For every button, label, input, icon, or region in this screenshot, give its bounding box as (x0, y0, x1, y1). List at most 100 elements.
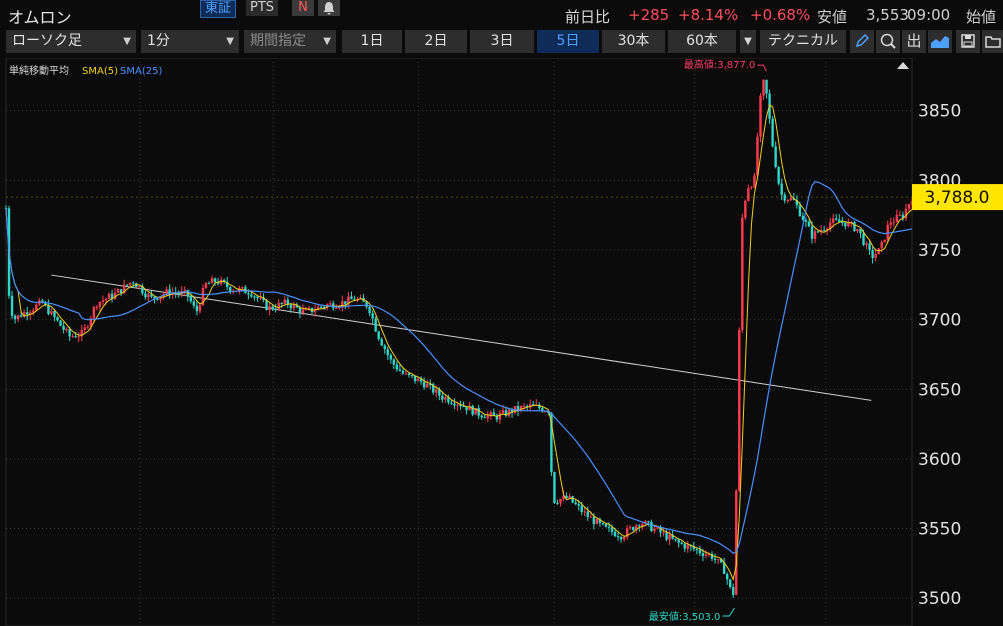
candle-body (26, 312, 29, 315)
candle-body (477, 407, 480, 416)
candle-body (774, 146, 777, 167)
candle-body (344, 301, 347, 305)
candle-body (16, 315, 20, 320)
open-label: 始値 (966, 8, 997, 26)
candle-body (456, 404, 459, 406)
folder-icon[interactable] (982, 30, 1003, 53)
candle-body (841, 222, 844, 224)
candle-body (583, 511, 586, 513)
pencil-icon[interactable] (850, 30, 874, 53)
candle-body (898, 214, 902, 216)
low-value: 3,553 (866, 6, 909, 24)
candle-body (889, 222, 892, 225)
candle-body (13, 315, 17, 320)
y-tick-label: 3750 (918, 241, 961, 261)
candle-body (607, 526, 611, 528)
candle-body (604, 524, 608, 527)
range-select[interactable]: 期間指定 ▼ (244, 30, 336, 53)
candle-body (783, 194, 786, 201)
candle-body (732, 587, 735, 595)
candle-body (686, 545, 689, 549)
candle-body (559, 499, 562, 504)
candle-body (771, 118, 774, 147)
candle-body (735, 490, 738, 595)
candle-body (71, 336, 74, 338)
candle-body (413, 376, 417, 382)
candle-body (568, 496, 571, 499)
candle-body (874, 254, 877, 258)
candle-body (638, 525, 641, 527)
candle-body (480, 415, 483, 418)
candle-body (835, 218, 838, 220)
candle-body (798, 205, 802, 217)
candle-body (371, 313, 374, 319)
candle-body (407, 373, 411, 376)
candle-body (668, 534, 671, 540)
candle-body (816, 231, 820, 233)
change-value: +285 (628, 6, 670, 24)
period-button-2[interactable]: 3日 (470, 30, 534, 53)
candle-body (601, 523, 605, 525)
candle-body (522, 405, 526, 407)
candle-body (571, 496, 574, 503)
candle-body (207, 283, 211, 285)
candle-body (498, 413, 502, 420)
change-percent: +8.14% (678, 6, 739, 24)
quote-time: 09:00 (907, 6, 951, 24)
exchange-tab-tse[interactable]: 東証 (200, 0, 237, 18)
candle-body (35, 304, 38, 311)
candle-body (753, 175, 756, 188)
candle-body (810, 226, 814, 239)
period-button-0[interactable]: 1日 (342, 30, 402, 53)
candle-body (586, 511, 589, 517)
news-icon[interactable]: N (292, 0, 314, 16)
zoom-icon[interactable] (876, 30, 900, 53)
candle-body (204, 283, 208, 288)
interval-select[interactable]: 1分 ▼ (141, 30, 239, 53)
candle-body (619, 537, 623, 540)
candle-body (104, 298, 108, 301)
indicator-title: 単純移動平均 (9, 64, 69, 77)
area-chart-icon[interactable] (928, 30, 952, 53)
candle-body (398, 369, 402, 371)
stock-title: オムロン (8, 8, 72, 27)
candle-body (250, 294, 253, 297)
save-icon[interactable] (956, 30, 980, 53)
candle-body (395, 364, 399, 370)
period-button-1[interactable]: 2日 (405, 30, 467, 53)
period-more-button[interactable]: ▼ (740, 30, 756, 53)
price-chart[interactable]: 35003550360036503700375038003850最高値:3,87… (0, 58, 1003, 626)
period-button-4[interactable]: 30本 (602, 30, 665, 53)
candle-body (804, 219, 808, 222)
candle-body (738, 330, 741, 491)
candle-body (329, 303, 332, 305)
chart-type-select[interactable]: ローソク足 ▼ (6, 30, 136, 53)
candle-body (10, 295, 14, 316)
candle-body (865, 243, 868, 245)
candle-body (401, 370, 405, 374)
candle-body (589, 516, 593, 518)
candle-body (728, 579, 732, 588)
candle-body (192, 301, 196, 306)
period-button-3[interactable]: 5日 (537, 30, 599, 53)
candle-body (759, 95, 762, 137)
candle-body (444, 397, 447, 400)
bell-icon[interactable] (318, 0, 340, 16)
candle-body (389, 355, 393, 360)
exchange-tab-pts[interactable]: PTS (246, 0, 279, 16)
candle-body (553, 472, 556, 503)
output-icon[interactable]: 出 (902, 30, 926, 53)
candle-body (98, 301, 102, 307)
period-button-5[interactable]: 60本 (668, 30, 736, 53)
candle-body (377, 331, 380, 340)
range-value: 期間指定 (250, 33, 306, 49)
candle-body (616, 536, 620, 538)
candle-body (198, 305, 202, 312)
candle-body (780, 183, 783, 195)
technical-button[interactable]: テクニカル (760, 30, 846, 53)
candle-body (698, 549, 702, 554)
candle-body (144, 293, 147, 298)
y-tick-label: 3650 (918, 380, 961, 400)
candle-body (19, 315, 23, 317)
candle-body (283, 299, 286, 304)
